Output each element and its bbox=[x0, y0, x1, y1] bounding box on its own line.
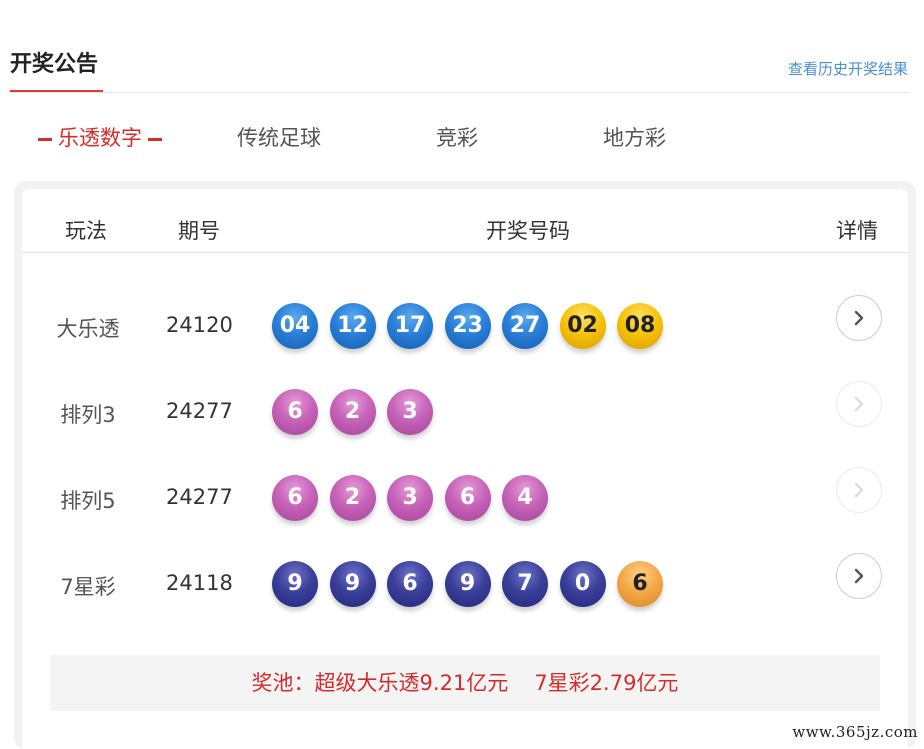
site-watermark: www.365jz.com bbox=[792, 723, 918, 741]
results-table: 玩法 期号 开奖号码 详情 大乐透 24120 04 12 17 23 27 02 08 排列3 2… bbox=[22, 189, 908, 749]
header-divider bbox=[10, 92, 910, 93]
number-ball: 6 bbox=[272, 475, 318, 521]
issue-number: 24277 bbox=[166, 399, 233, 423]
announcement-header: 开奖公告 查看历史开奖结果 bbox=[10, 0, 910, 94]
header-issue: 期号 bbox=[178, 219, 220, 243]
number-ball: 6 bbox=[272, 389, 318, 435]
number-ball: 7 bbox=[502, 561, 548, 607]
table-row: 排列5 24277 6 2 3 6 4 bbox=[22, 467, 908, 531]
issue-number: 24120 bbox=[166, 313, 233, 337]
number-ball: 17 bbox=[387, 303, 433, 349]
table-row: 大乐透 24120 04 12 17 23 27 02 08 bbox=[22, 295, 908, 359]
tab-active-dash-right bbox=[148, 137, 162, 141]
chevron-right-icon bbox=[854, 482, 864, 498]
page-title: 开奖公告 bbox=[10, 52, 99, 77]
number-ball: 6 bbox=[387, 561, 433, 607]
number-ball: 2 bbox=[329, 475, 376, 521]
number-ball: 3 bbox=[387, 389, 433, 435]
history-results-link[interactable]: 查看历史开奖结果 bbox=[788, 58, 908, 79]
game-name: 排列5 bbox=[60, 489, 116, 513]
header-game: 玩法 bbox=[65, 219, 107, 243]
header-detail: 详情 bbox=[836, 219, 878, 243]
tab-lotto-digital[interactable]: 乐透数字 bbox=[38, 122, 168, 152]
header-divider bbox=[22, 252, 908, 253]
number-ball: 3 bbox=[387, 475, 433, 521]
tab-sports-lottery[interactable]: 竞彩 bbox=[436, 122, 478, 152]
table-row: 排列3 24277 6 2 3 bbox=[22, 381, 908, 445]
number-ball: 08 bbox=[617, 303, 663, 349]
table-row: 7星彩 24118 9 9 6 9 7 0 6 bbox=[22, 553, 908, 617]
jackpot-7star: 7星彩2.79亿元 bbox=[534, 671, 679, 695]
game-name: 7星彩 bbox=[60, 575, 116, 599]
tab-active-dash-left bbox=[38, 137, 52, 141]
number-ball: 27 bbox=[502, 303, 548, 349]
issue-number: 24277 bbox=[166, 485, 233, 509]
number-ball: 0 bbox=[559, 561, 606, 607]
game-name: 排列3 bbox=[60, 403, 116, 427]
chevron-right-icon bbox=[854, 310, 864, 326]
number-ball: 9 bbox=[329, 561, 376, 607]
detail-button[interactable] bbox=[836, 381, 882, 427]
detail-button[interactable] bbox=[836, 295, 882, 341]
header-numbers: 开奖号码 bbox=[486, 219, 570, 243]
number-ball: 6 bbox=[444, 475, 491, 521]
jackpot-dlt: 奖池：超级大乐透9.21亿元 bbox=[251, 671, 509, 695]
number-ball: 2 bbox=[329, 389, 376, 435]
chevron-right-icon bbox=[854, 568, 864, 584]
tab-local-lottery[interactable]: 地方彩 bbox=[603, 122, 666, 152]
game-name: 大乐透 bbox=[56, 317, 120, 341]
number-ball: 23 bbox=[444, 303, 491, 349]
number-ball: 12 bbox=[329, 303, 376, 349]
results-panel: 玩法 期号 开奖号码 详情 大乐透 24120 04 12 17 23 27 02 08 排列3 2… bbox=[14, 181, 916, 749]
chevron-right-icon bbox=[854, 396, 864, 412]
tab-label: 乐透数字 bbox=[58, 126, 142, 150]
number-ball: 04 bbox=[272, 303, 318, 349]
number-ball: 02 bbox=[559, 303, 606, 349]
number-ball: 4 bbox=[502, 475, 548, 521]
issue-number: 24118 bbox=[166, 571, 233, 595]
jackpot-banner: 奖池：超级大乐透9.21亿元 7星彩2.79亿元 bbox=[50, 655, 880, 711]
tab-traditional-football[interactable]: 传统足球 bbox=[237, 122, 321, 152]
number-ball: 9 bbox=[444, 561, 491, 607]
number-ball: 6 bbox=[617, 561, 663, 607]
number-ball: 9 bbox=[272, 561, 318, 607]
detail-button[interactable] bbox=[836, 467, 882, 513]
lottery-tabs: 乐透数字 传统足球 竞彩 地方彩 bbox=[0, 112, 924, 156]
detail-button[interactable] bbox=[836, 553, 882, 599]
